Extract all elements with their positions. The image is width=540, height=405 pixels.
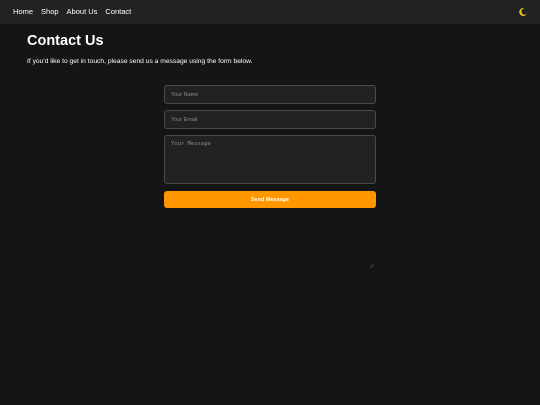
name-input[interactable] — [164, 85, 376, 104]
message-textarea[interactable] — [164, 135, 376, 184]
nav-link-shop[interactable]: Shop — [41, 0, 59, 24]
nav-link-home[interactable]: Home — [13, 0, 33, 24]
nav-link-about-us[interactable]: About Us — [67, 0, 98, 24]
email-input[interactable] — [164, 110, 376, 129]
resize-grip-icon[interactable] — [369, 263, 374, 268]
theme-toggle-button[interactable] — [516, 5, 530, 19]
nav-link-contact[interactable]: Contact — [105, 0, 131, 24]
send-message-button[interactable]: Send Message — [164, 191, 376, 208]
nav-links: Home Shop About Us Contact — [13, 0, 139, 24]
top-navbar: Home Shop About Us Contact — [0, 0, 540, 24]
page-title: Contact Us — [27, 33, 104, 49]
crescent-moon-icon — [519, 7, 527, 16]
page-intro-text: If you'd like to get in touch, please se… — [27, 58, 253, 65]
contact-form: Send Message — [164, 85, 376, 268]
